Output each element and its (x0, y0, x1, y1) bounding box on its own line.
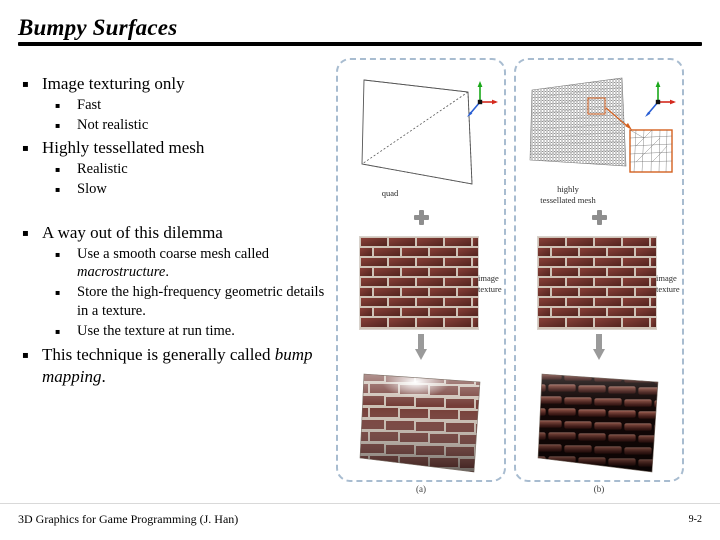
image-texture-swatch-b (537, 236, 657, 330)
list-item: ▪ Realistic (22, 160, 328, 179)
render-result-b (532, 368, 670, 476)
list-item: ▪ Use a smooth coarse mesh called macros… (22, 245, 328, 283)
quad-wireframe-diagram (348, 72, 498, 202)
image-texture-label-a: image texture (478, 273, 502, 294)
plus-icon-b (592, 210, 607, 225)
list-item: ▪ Store the high-frequency geometric det… (22, 283, 328, 321)
list-item: ▪ Not realistic (22, 116, 328, 135)
list-item-label: Fast (77, 96, 102, 113)
list-item: ▪ This technique is generally called bum… (22, 344, 328, 388)
bullet-marker-icon: ▪ (55, 165, 61, 175)
axis-gizmo-icon (467, 81, 498, 117)
bullet-marker-icon: ▪ (22, 349, 29, 361)
list-item-label: Realistic (77, 161, 128, 178)
footer-text: 3D Graphics for Game Programming (J. Han… (18, 512, 239, 526)
list-item-label: Highly tessellated mesh (42, 138, 205, 158)
figure-area: quad image texture (a) highly tessellate… (334, 58, 702, 498)
bullet-marker-icon: ▪ (22, 79, 29, 90)
bullet-marker-icon: ▪ (22, 227, 29, 239)
list-item: ▪ Image texturing only (22, 73, 328, 95)
figure-caption-b: (b) (593, 484, 605, 494)
list-item-label: Image texturing only (42, 74, 185, 93)
title-area: Bumpy Surfaces (18, 15, 702, 47)
list-item: ▪ Slow (22, 180, 328, 199)
list-item-label: This technique is generally called bump … (42, 344, 328, 388)
tessellated-mesh-diagram (526, 72, 676, 202)
list-item-label: A way out of this dilemma (42, 222, 223, 242)
title-underline-rule (18, 42, 702, 47)
list-item-tail: . (165, 264, 169, 281)
list-item-emphasis: macrostructure (77, 264, 166, 281)
bullet-marker-icon: ▪ (55, 288, 61, 298)
list-item-label: Not realistic (77, 116, 149, 133)
list-item-label: Store the high-frequency geometric detai… (77, 284, 325, 320)
tessellated-mesh-label: highly tessellated mesh (540, 184, 596, 205)
figure-panel-a: quad image texture (336, 58, 506, 482)
bullet-marker-icon: ▪ (55, 249, 61, 259)
plus-icon-a (414, 210, 429, 225)
page-title: Bumpy Surfaces (18, 15, 178, 40)
image-texture-label-b: image texture (656, 273, 680, 294)
list-item: ▪ Use the texture at run time. (22, 322, 328, 341)
bullet-list: ▪ Image texturing only ▪ Fast ▪ Not real… (22, 70, 328, 387)
list-item: ▪ A way out of this dilemma (22, 222, 328, 244)
list-item-lead: Use a smooth coarse mesh called (77, 245, 270, 262)
footer-divider (0, 503, 720, 504)
figure-panel-b: highly tessellated mesh image texture (514, 58, 684, 482)
list-item: ▪ Highly tessellated mesh (22, 137, 328, 159)
bullet-marker-icon: ▪ (55, 185, 61, 195)
axis-gizmo-icon (645, 81, 676, 117)
figure-caption-a: (a) (416, 484, 426, 494)
list-item-label: Use the texture at run time. (77, 323, 235, 339)
list-item-lead: This technique is generally called (42, 344, 275, 364)
down-arrow-icon-b (593, 334, 605, 360)
bullet-marker-icon: ▪ (55, 327, 61, 336)
bullet-marker-icon: ▪ (55, 100, 61, 110)
list-item-tail: . (101, 366, 106, 386)
page-number: 9-2 (688, 514, 702, 525)
list-item-label: Slow (77, 181, 107, 198)
image-texture-swatch-a (359, 236, 479, 330)
list-item: ▪ Fast (22, 96, 328, 115)
render-result-a (354, 368, 492, 476)
list-item-label: Use a smooth coarse mesh called macrostr… (77, 245, 328, 283)
quad-label: quad (381, 188, 399, 198)
bullet-marker-icon: ▪ (55, 120, 61, 130)
bullet-marker-icon: ▪ (22, 143, 29, 155)
down-arrow-icon-a (415, 334, 427, 360)
